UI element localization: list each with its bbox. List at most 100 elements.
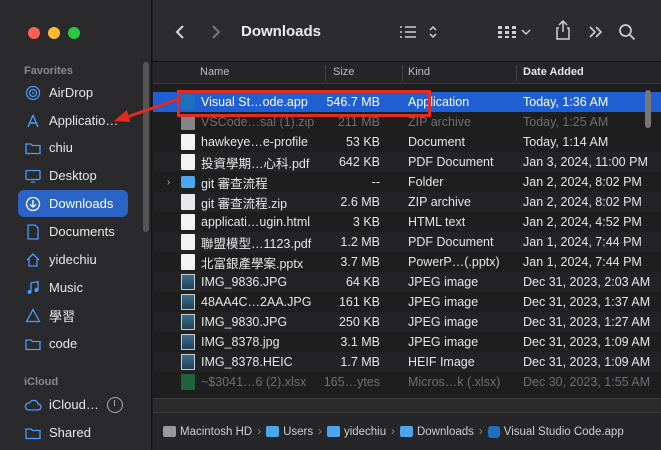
sidebar-item-icloud-drive[interactable]: iCloud… — [18, 391, 143, 418]
column-divider[interactable] — [325, 65, 326, 81]
file-row[interactable]: IMG_9830.JPG 250 KB JPEG image Dec 31, 2… — [153, 312, 661, 332]
shared-icon — [24, 424, 42, 442]
file-date: Dec 31, 2023, 1:09 AM — [523, 335, 651, 349]
search-button[interactable] — [617, 22, 637, 42]
path-item-vscode-app[interactable]: Visual Studio Code.app — [487, 425, 624, 438]
column-divider[interactable] — [516, 65, 517, 81]
vscode-icon — [487, 425, 500, 438]
sidebar-item-shared[interactable]: Shared — [18, 419, 128, 446]
sidebar-item-label: iCloud… — [49, 397, 99, 412]
path-separator-icon: › — [318, 425, 322, 438]
sidebar-item-music[interactable]: Music — [18, 274, 128, 301]
file-size: 642 KB — [338, 155, 380, 169]
file-row[interactable]: › git 審查流程 -- Folder Jan 2, 2024, 8:02 P… — [153, 172, 661, 192]
file-row[interactable]: 北富銀產學案.pptx 3.7 MB PowerP…(.pptx) Jan 1,… — [153, 252, 661, 272]
sidebar-item-study[interactable]: 學習 — [18, 302, 128, 329]
path-item-yidechiu[interactable]: yidechiu — [326, 425, 387, 438]
file-size: 1.2 MB — [340, 235, 380, 249]
list-view-button[interactable] — [398, 22, 418, 42]
file-row[interactable]: hawkeye…e-profile 53 KB Document Today, … — [153, 132, 661, 152]
file-row[interactable]: IMG_8378.jpg 3.1 MB JPEG image Dec 31, 2… — [153, 332, 661, 352]
file-date: Dec 30, 2023, 1:55 AM — [523, 375, 651, 389]
minimize-button[interactable] — [48, 27, 60, 39]
file-kind: PDF Document — [408, 155, 494, 169]
folder-icon — [266, 426, 280, 437]
path-item-downloads[interactable]: Downloads — [399, 426, 474, 438]
file-name: 北富銀產學案.pptx — [201, 256, 304, 271]
airdrop-icon — [24, 84, 42, 102]
file-list-scrollbar[interactable] — [645, 90, 651, 128]
file-date: Today, 1:36 AM — [523, 95, 609, 109]
file-name: applicati…ugin.html — [201, 215, 311, 229]
file-row[interactable]: git 審查流程.zip 2.6 MB ZIP archive Jan 2, 2… — [153, 192, 661, 212]
sidebar-item-label: chiu — [49, 140, 73, 155]
zoom-button[interactable] — [68, 27, 80, 39]
path-separator-icon: › — [257, 425, 262, 438]
file-row[interactable]: applicati…ugin.html 3 KB HTML text Jan 2… — [153, 212, 661, 232]
path-bar: Macintosh HD › Users › yidechiu › Downlo… — [153, 412, 661, 450]
file-kind: PowerP…(.pptx) — [408, 255, 500, 269]
sidebar-item-chiu[interactable]: chiu — [18, 134, 128, 161]
file-list: Visual St…ode.app 546.7 MB Application T… — [153, 84, 661, 398]
file-date: Dec 31, 2023, 1:09 AM — [523, 355, 651, 369]
sidebar-scrollbar[interactable] — [143, 62, 149, 232]
image-icon — [181, 294, 195, 310]
sort-button[interactable] — [423, 22, 443, 42]
icloud-status-icon[interactable] — [106, 396, 123, 413]
file-name: IMG_9830.JPG — [201, 315, 288, 329]
file-kind: Folder — [408, 175, 444, 189]
file-date: Jan 1, 2024, 7:44 PM — [523, 235, 642, 249]
file-row[interactable]: ~$3041…6 (2).xlsx 165…ytes Micros…k (.xl… — [153, 372, 661, 392]
document-icon — [24, 223, 42, 241]
horizontal-scrollbar[interactable] — [153, 398, 661, 412]
file-name: 48AA4C…2AA.JPG — [201, 295, 312, 309]
sidebar-item-applications[interactable]: Applicatio… — [18, 107, 128, 134]
file-row[interactable]: IMG_9836.JPG 64 KB JPEG image Dec 31, 20… — [153, 272, 661, 292]
sidebar-item-desktop[interactable]: Desktop — [18, 162, 128, 189]
grid-icon — [498, 26, 516, 38]
html-icon — [181, 214, 195, 230]
group-button[interactable] — [496, 22, 532, 42]
toolbar: Downloads — [153, 0, 661, 62]
sidebar-item-documents[interactable]: Documents — [18, 218, 128, 245]
file-name: 投資學期…心科.pdf — [201, 156, 310, 171]
back-button[interactable] — [171, 22, 189, 42]
file-row[interactable]: IMG_8378.HEIC 1.7 MB HEIF Image Dec 31, … — [153, 352, 661, 372]
file-date: Dec 31, 2023, 1:27 AM — [523, 315, 651, 329]
file-size: 64 KB — [345, 275, 380, 289]
sidebar-item-yidechiu[interactable]: yidechiu — [18, 246, 128, 273]
sidebar-item-code[interactable]: code — [18, 330, 128, 357]
hard-drive-icon — [163, 426, 176, 437]
file-kind: JPEG image — [408, 335, 479, 349]
file-size: -- — [371, 175, 380, 189]
close-button[interactable] — [28, 27, 40, 39]
path-separator-icon: › — [391, 425, 395, 438]
folder-icon — [24, 335, 42, 353]
file-row[interactable]: 聯盟模型…1123.pdf 1.2 MB PDF Document Jan 1,… — [153, 232, 661, 252]
forward-button[interactable] — [207, 22, 225, 42]
path-item-macintosh-hd[interactable]: Macintosh HD — [163, 426, 252, 438]
file-kind: JPEG image — [408, 295, 479, 309]
chevron-up-down-icon — [429, 25, 437, 39]
list-view-icon — [400, 26, 416, 38]
column-kind[interactable]: Kind — [408, 66, 430, 78]
sidebar-item-label: 學習 — [49, 309, 76, 324]
disclosure-triangle[interactable]: › — [167, 177, 170, 188]
path-item-label: Macintosh HD — [180, 425, 253, 438]
path-item-users[interactable]: Users — [266, 426, 313, 438]
path-item-label: yidechiu — [343, 425, 387, 438]
column-size[interactable]: Size — [333, 66, 354, 78]
folder-icon — [24, 139, 42, 157]
sidebar-item-airdrop[interactable]: AirDrop — [18, 79, 128, 106]
column-date-added[interactable]: Date Added — [523, 66, 584, 78]
sidebar-item-downloads[interactable]: Downloads — [18, 190, 128, 217]
path-separator-icon: › — [478, 425, 483, 438]
more-toolbar-button[interactable] — [586, 22, 606, 42]
file-row[interactable]: 48AA4C…2AA.JPG 161 KB JPEG image Dec 31,… — [153, 292, 661, 312]
column-divider[interactable] — [402, 65, 403, 81]
share-button[interactable] — [553, 18, 573, 42]
sidebar-item-label: AirDrop — [49, 85, 94, 100]
column-name[interactable]: Name — [200, 66, 229, 78]
share-icon — [556, 20, 570, 40]
file-row[interactable]: 投資學期…心科.pdf 642 KB PDF Document Jan 3, 2… — [153, 152, 661, 172]
